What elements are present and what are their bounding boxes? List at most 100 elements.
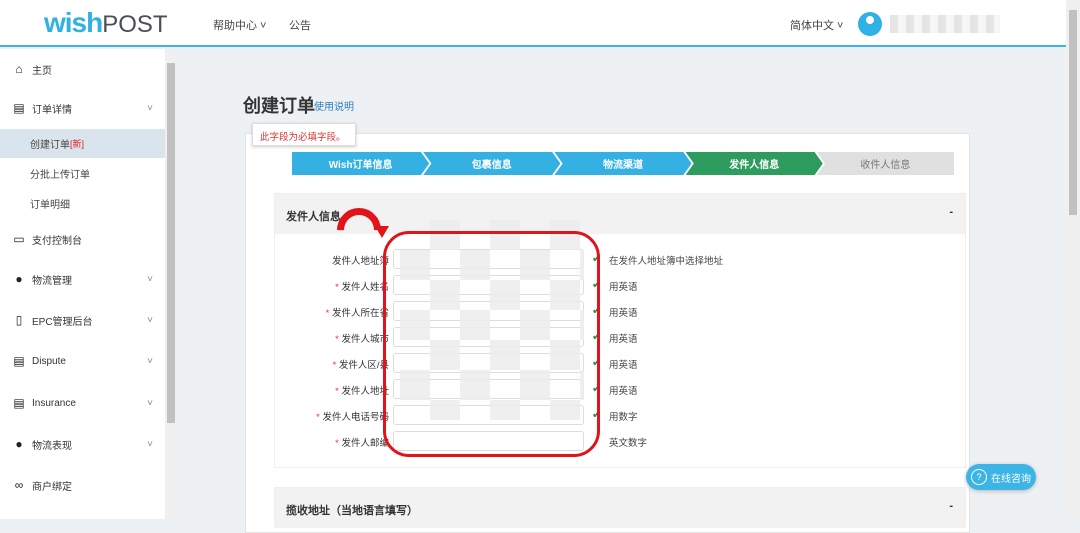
- sidebar-item-label: 物流管理: [32, 275, 72, 287]
- question-icon: ?: [971, 469, 987, 485]
- sidebar-item-label: 物流表现: [32, 440, 72, 452]
- announcement-link[interactable]: 公告: [289, 17, 311, 33]
- sidebar-item[interactable]: ∞ 商户绑定: [0, 465, 165, 505]
- chevron-down-icon: ˅: [147, 314, 153, 326]
- collapse-button[interactable]: -: [949, 206, 953, 218]
- field-label-text: 发件人区/县: [338, 360, 389, 371]
- step-5: 收件人信息: [816, 152, 955, 175]
- sidebar-scrollbar[interactable]: [165, 49, 177, 519]
- sidebar-item[interactable]: ▭ 支付控制台: [0, 219, 165, 259]
- field-hint: 用英语: [609, 334, 638, 345]
- field-label: * 发件人邮编: [335, 435, 389, 449]
- form-row: * 发件人邮编 英文数字: [275, 431, 967, 451]
- chat-label: 在线咨询: [991, 473, 1031, 485]
- scrollbar-thumb[interactable]: [1069, 10, 1077, 215]
- sidebar-item-label: 主页: [32, 65, 52, 77]
- field-label-text: 发件人所在省: [331, 308, 389, 319]
- clipboard-icon: ▤: [13, 354, 25, 368]
- clipboard-icon: ▤: [13, 396, 25, 410]
- sidebar-item-label: 分批上传订单: [30, 170, 90, 181]
- username-redacted[interactable]: [890, 15, 1000, 33]
- sidebar-item-label: 订单详情: [32, 104, 72, 116]
- collapse-button[interactable]: -: [949, 500, 953, 512]
- logo-wish: wish: [44, 7, 103, 38]
- wishpost-logo[interactable]: wishPOST: [44, 7, 168, 39]
- sidebar-item-label: 订单明细: [30, 200, 70, 211]
- sidebar-item-label: 创建订单: [30, 140, 70, 151]
- form-row: * 发件人所在省 ✔ 用英语: [275, 301, 967, 321]
- field-label-text: 发件人邮编: [341, 438, 389, 449]
- field-label-text: 发件人电话号码: [322, 412, 389, 423]
- chevron-down-icon: ˅: [147, 397, 153, 409]
- field-hint: 用英语: [609, 308, 638, 319]
- sidebar-item-label: EPC管理后台: [32, 316, 93, 328]
- field-hint: 用英语: [609, 282, 638, 293]
- page-title: 创建订单: [243, 96, 315, 116]
- sidebar-item[interactable]: ● 物流管理 ˅: [0, 259, 165, 299]
- help-center-menu[interactable]: 帮助中心 ˅: [213, 17, 266, 33]
- sidebar: ⌂ 主页 ▤ 订单详情 ˅ 创建订单 [新] 分批上传订单 订单明细 ▭ 支付控制台 ● 物流管理 ˅ ▯ E…: [0, 49, 165, 519]
- form-row: * 发件人地址 ✔ 用英语: [275, 379, 967, 399]
- annotation-arrowhead-icon: [375, 226, 389, 238]
- field-label: * 发件人地址: [335, 383, 389, 397]
- form-row: * 发件人区/县 ✔ 用英语: [275, 353, 967, 373]
- form-row: 发件人地址簿 ✔ 在发件人地址簿中选择地址: [275, 249, 967, 269]
- field-hint: 用英语: [609, 386, 638, 397]
- field-hint: 英文数字: [609, 438, 648, 449]
- chevron-down-icon: ˅: [147, 273, 153, 285]
- help-link[interactable]: 使用说明: [314, 98, 354, 113]
- sidebar-item[interactable]: ⌂ 主页: [0, 49, 165, 89]
- step-4: 发件人信息: [685, 152, 823, 175]
- field-label: * 发件人电话号码: [316, 409, 389, 423]
- field-hint: 在发件人地址簿中选择地址: [609, 256, 724, 267]
- sidebar-item-label: 商户绑定: [32, 481, 72, 493]
- pickup-section: 揽收地址（当地语言填写） -: [274, 487, 966, 528]
- sidebar-item[interactable]: ▤ 订单详情 ˅: [0, 88, 165, 128]
- field-label: * 发件人所在省: [326, 305, 389, 319]
- epc-icon: ▯: [15, 313, 23, 327]
- field-label: * 发件人姓名: [335, 279, 389, 293]
- form-row: * 发件人姓名 ✔ 用英语: [275, 275, 967, 295]
- globe-icon: ●: [15, 272, 23, 286]
- clipboard-icon: ▤: [13, 101, 25, 115]
- form-row: * 发件人电话号码 ✔ 用数字: [275, 405, 967, 425]
- field-hint: 用数字: [609, 412, 638, 423]
- sidebar-item[interactable]: 创建订单 [新]: [0, 129, 165, 158]
- language-select[interactable]: 简体中文 ˅: [790, 17, 843, 33]
- scrollbar-thumb[interactable]: [167, 63, 175, 423]
- annotation-circle: [383, 231, 600, 457]
- field-hint: 用英语: [609, 360, 638, 371]
- sidebar-item[interactable]: ▤ Dispute ˅: [0, 341, 165, 381]
- sidebar-item[interactable]: ▯ EPC管理后台 ˅: [0, 300, 165, 340]
- sidebar-item[interactable]: ▤ Insurance ˅: [0, 383, 165, 423]
- form-row: * 发件人城市 ✔ 用英语: [275, 327, 967, 347]
- sidebar-item[interactable]: 分批上传订单: [0, 159, 165, 188]
- chevron-down-icon: ˅: [147, 102, 153, 114]
- home-icon: ⌂: [15, 62, 23, 76]
- avatar[interactable]: [858, 12, 882, 36]
- globe-icon: ●: [15, 437, 23, 451]
- field-label-text: 发件人地址簿: [331, 256, 389, 267]
- link-icon: ∞: [14, 478, 24, 492]
- field-label-text: 发件人地址: [341, 386, 389, 397]
- field-label: * 发件人区/县: [333, 357, 389, 371]
- section-title: 揽收地址（当地语言填写）: [286, 505, 418, 517]
- page-scrollbar[interactable]: [1066, 0, 1080, 519]
- field-label: 发件人地址簿: [332, 253, 389, 267]
- sidebar-item-label: 支付控制台: [32, 235, 82, 247]
- online-chat-button[interactable]: ? 在线咨询: [966, 464, 1036, 490]
- step-progress: Wish订单信息 包裹信息 物流渠道 发件人信息 收件人信息: [292, 152, 955, 175]
- sidebar-item[interactable]: ● 物流表现 ˅: [0, 424, 165, 464]
- field-label: * 发件人城市: [335, 331, 389, 345]
- step-1: Wish订单信息: [292, 152, 430, 175]
- required-tooltip: 此字段为必填字段。: [252, 123, 356, 146]
- chevron-down-icon: ˅: [147, 355, 153, 367]
- sidebar-item[interactable]: 订单明细: [0, 189, 165, 218]
- field-label-text: 发件人姓名: [341, 282, 389, 293]
- card-icon: ▭: [13, 232, 25, 246]
- step-2: 包裹信息: [423, 152, 561, 175]
- section-title: 发件人信息: [286, 211, 341, 223]
- top-header: wishPOST 帮助中心 ˅ 公告 简体中文 ˅: [0, 0, 1066, 47]
- sidebar-item-label: Dispute: [32, 355, 66, 367]
- step-3: 物流渠道: [554, 152, 692, 175]
